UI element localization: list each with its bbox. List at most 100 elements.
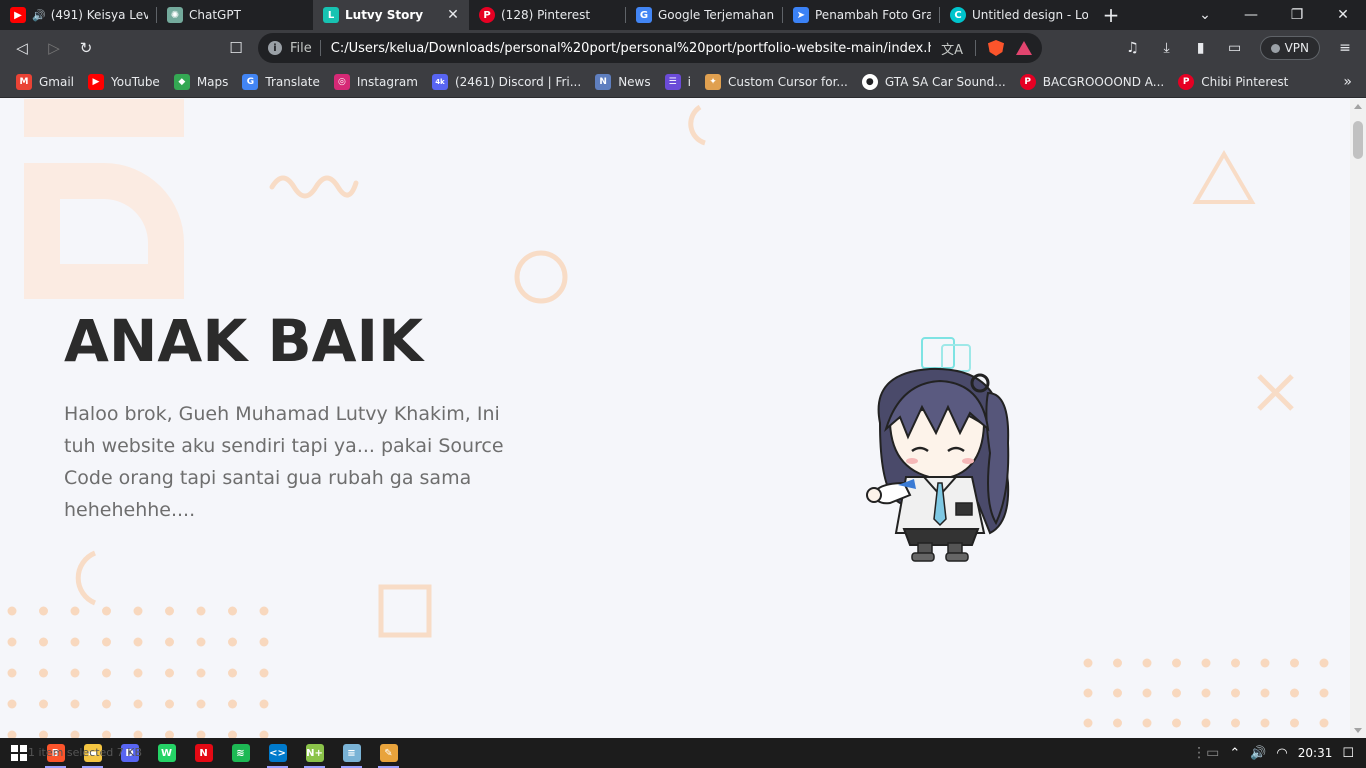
back-button[interactable]: ◁ [6, 33, 38, 63]
volume-icon[interactable]: 🔊 [1250, 746, 1266, 761]
address-bar[interactable]: i File C:/Users/kelua/Downloads/personal… [258, 33, 1042, 63]
scroll-down-icon[interactable] [1354, 728, 1362, 733]
hero-description: Haloo brok, Gueh Muhamad Lutvy Khakim, I… [64, 403, 504, 521]
scrollbar-thumb[interactable] [1353, 121, 1363, 159]
bookmark-gta-sa[interactable]: ● GTA SA Car Sound... [856, 69, 1014, 95]
youtube-icon: ▶ [10, 7, 26, 23]
bookmark-maps[interactable]: ◆ Maps [168, 69, 237, 95]
taskbar-app-button[interactable]: ▬ [74, 738, 111, 768]
bookmark-label: News [618, 74, 651, 89]
decor-dot [1113, 718, 1122, 728]
bookmark-news[interactable]: N News [589, 69, 658, 95]
wifi-icon[interactable]: ◠ [1276, 746, 1287, 761]
tab-youtube[interactable]: ▶ 🔊 (491) Keisya Levronka [0, 0, 156, 30]
bookmark-instagram[interactable]: ◎ Instagram [328, 69, 426, 95]
menu-icon[interactable]: ≡ [1330, 33, 1360, 63]
tab-pinterest[interactable]: P (128) Pinterest [469, 0, 625, 30]
decor-dot [102, 606, 111, 616]
brave-icon: B [46, 744, 65, 762]
bookmark-label: Translate [265, 74, 320, 89]
taskbar-app-button[interactable]: N [185, 738, 222, 768]
wallet-icon[interactable]: ▭ [1220, 33, 1250, 63]
decor-dot [228, 730, 237, 738]
taskbar-app-button[interactable]: D [111, 738, 148, 768]
info-icon[interactable]: i [268, 41, 282, 55]
sidebar-icon[interactable]: ▮ [1186, 33, 1216, 63]
tab-lutvy-story[interactable]: L Lutvy Story ✕ [313, 0, 469, 30]
bookmark-label: Instagram [356, 74, 418, 89]
decor-dot [70, 637, 80, 647]
decor-dot [1231, 718, 1240, 728]
brave-rewards-icon[interactable] [1016, 41, 1032, 55]
decor-dot [70, 668, 80, 678]
bookmark-translate[interactable]: G Translate [236, 69, 328, 95]
taskbar-app-button[interactable]: ✎ [370, 738, 407, 768]
bookmark-chibi-pinterest[interactable]: P Chibi Pinterest [1172, 69, 1296, 95]
decor-dot [133, 668, 143, 678]
downloads-icon[interactable]: ⤓ [1152, 33, 1182, 63]
decor-dot [259, 637, 269, 647]
divider [319, 40, 321, 56]
translate-page-icon[interactable]: 文A [941, 39, 963, 58]
maps-icon: ◆ [173, 73, 190, 90]
bookmark-discord[interactable]: 4k (2461) Discord | Fri... [426, 69, 589, 95]
notifications-icon[interactable]: ☐ [1342, 746, 1354, 761]
decor-dot [133, 637, 143, 647]
tab-photo-enhancer[interactable]: ➤ Penambah Foto Gratis [783, 0, 939, 30]
notepad-plus-icon: N+ [305, 744, 324, 762]
vscode-icon: <> [268, 744, 287, 762]
close-tab-icon[interactable]: ✕ [445, 7, 461, 23]
taskbar-app-button[interactable]: N+ [296, 738, 333, 768]
bookmark-custom-cursor[interactable]: ✦ Custom Cursor for... [699, 69, 856, 95]
bookmark-gmail[interactable]: M Gmail [10, 69, 82, 95]
decor-dot [1142, 718, 1152, 728]
close-window-button[interactable]: ✕ [1320, 0, 1366, 30]
decor-dot [1319, 688, 1329, 698]
page-scrollbar[interactable] [1350, 99, 1366, 738]
decor-dot [102, 637, 111, 647]
decor-dot [196, 668, 206, 678]
forward-button[interactable]: ▷ [38, 33, 70, 63]
address-bar-actions: 文A [941, 39, 1032, 58]
decor-dot [1113, 658, 1122, 668]
taskbar-app-button[interactable]: ≋ [222, 738, 259, 768]
vpn-button[interactable]: VPN [1259, 36, 1320, 60]
decor-dot [259, 668, 269, 678]
decor-dot [196, 637, 206, 647]
decor-dot [102, 699, 111, 709]
gmail-icon: M [16, 73, 32, 90]
show-hidden-icons-icon[interactable]: ⌃ [1229, 746, 1240, 761]
scroll-up-icon[interactable] [1354, 104, 1362, 109]
restore-button[interactable]: ❐ [1274, 0, 1320, 30]
tab-chatgpt[interactable]: ✺ ChatGPT [157, 0, 313, 30]
brave-shields-icon[interactable] [988, 40, 1004, 56]
paint-icon: ✎ [379, 744, 398, 762]
decor-dot [165, 606, 174, 616]
taskbar-app-button[interactable]: <> [259, 738, 296, 768]
taskbar-app-button[interactable]: B [37, 738, 74, 768]
tab-canva[interactable]: C Untitled design - Logo [940, 0, 1096, 30]
minimize-button[interactable]: — [1228, 0, 1274, 30]
media-controls-icon[interactable]: ♫ [1118, 33, 1148, 63]
url-text[interactable]: C:/Users/kelua/Downloads/personal%20port… [331, 41, 931, 56]
bookmark-page-button[interactable]: ☐ [220, 33, 252, 63]
bookmark-label: BACGROOOOND A... [1042, 74, 1165, 89]
bookmark-youtube[interactable]: ▶ YouTube [82, 69, 168, 95]
more-bookmarks-icon[interactable]: » [1343, 74, 1352, 90]
reload-button[interactable]: ↻ [70, 33, 102, 63]
new-tab-button[interactable]: + [1096, 0, 1126, 30]
tab-strip: ▶ 🔊 (491) Keisya Levronka ✺ ChatGPT L Lu… [0, 0, 1366, 30]
bookmark-i[interactable]: ☰ i [659, 69, 699, 95]
bookmarks-bar: M Gmail ▶ YouTube ◆ Maps G Translate ◎ I… [0, 66, 1366, 98]
clock[interactable]: 20:31 [1298, 746, 1333, 760]
netflix-icon: N [194, 744, 213, 762]
tab-google-translate[interactable]: G Google Terjemahan [626, 0, 782, 30]
decor-dot [70, 730, 80, 738]
decor-dot [196, 606, 206, 616]
task-view-icon[interactable]: ⋮▭ [1192, 745, 1219, 761]
bookmark-background[interactable]: P BACGROOOOND A... [1014, 69, 1173, 95]
tab-search-icon[interactable]: ⌄ [1182, 0, 1228, 30]
taskbar-app-button[interactable]: W [148, 738, 185, 768]
start-button[interactable] [0, 738, 37, 768]
taskbar-app-button[interactable]: ≡ [333, 738, 370, 768]
